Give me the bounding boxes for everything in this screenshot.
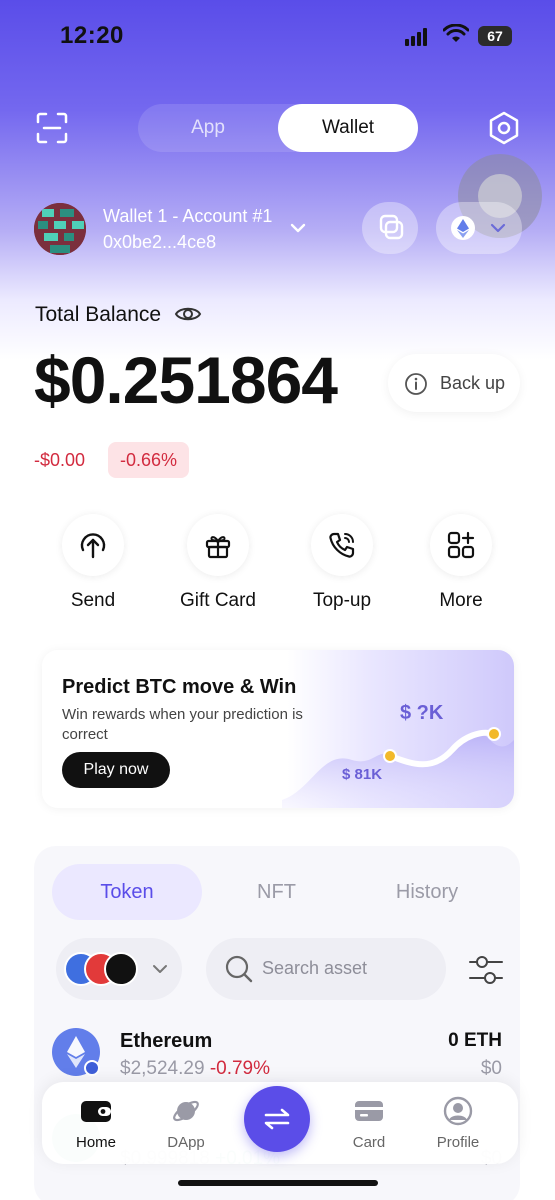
ethereum-icon [52, 1028, 100, 1076]
send-icon [80, 533, 106, 559]
promo-title: Predict BTC move & Win [62, 676, 297, 698]
search-placeholder: Search asset [262, 958, 368, 978]
tab-token[interactable]: Token [52, 864, 202, 920]
card-icon [355, 1101, 383, 1121]
chain-logo-icon [104, 952, 138, 986]
cellular-signal-icon [405, 28, 429, 46]
scan-icon[interactable] [36, 112, 68, 144]
promo-target-price: $ ?K [400, 702, 444, 724]
network-selector[interactable] [436, 202, 522, 254]
play-now-button[interactable]: Play now [62, 752, 170, 788]
nav-home[interactable]: Home [56, 1094, 136, 1151]
token-price: $2,524.29 -0.79% [120, 1058, 270, 1080]
search-icon [225, 955, 253, 983]
tab-app[interactable]: App [138, 104, 278, 152]
filter-sliders-icon[interactable] [468, 952, 504, 988]
token-balance: 0 ETH [448, 1030, 502, 1051]
promo-current-price: $ 81K [342, 766, 383, 783]
gift-card-label: Gift Card [179, 590, 257, 611]
gift-icon [205, 536, 231, 559]
total-balance-label: Total Balance [35, 303, 162, 326]
gift-card-action[interactable]: Gift Card [163, 514, 273, 612]
status-time: 12:20 [60, 22, 124, 49]
token-value: $0 [480, 1058, 502, 1079]
search-asset-input[interactable]: Search asset [206, 938, 446, 1000]
nav-dapp-label: DApp [167, 1134, 205, 1151]
planet-icon [173, 1100, 199, 1122]
wallet-icon [81, 1101, 111, 1122]
nav-dapp[interactable]: DApp [146, 1094, 226, 1151]
chevron-down-icon[interactable] [290, 222, 306, 234]
nav-home-label: Home [75, 1134, 116, 1151]
grid-plus-icon [447, 531, 475, 559]
nav-profile[interactable]: Profile [418, 1094, 498, 1151]
swap-icon [264, 1108, 290, 1130]
backup-button[interactable]: Back up [388, 354, 520, 412]
top-up-action[interactable]: Top-up [287, 514, 397, 612]
copy-icon [379, 214, 404, 240]
battery-indicator: 67 [478, 26, 512, 46]
bottom-nav: Home DApp Card Profile [42, 1082, 518, 1164]
tab-history[interactable]: History [352, 864, 502, 920]
token-row[interactable]: Ethereum $2,524.29 -0.79% 0 ETH $0 [52, 1022, 502, 1086]
swap-button[interactable] [244, 1086, 310, 1152]
nav-profile-label: Profile [436, 1134, 480, 1151]
tab-nft[interactable]: NFT [204, 864, 349, 920]
wallet-screen: 12:20 67 App Wallet Wallet 1 - Account #… [0, 0, 555, 1200]
profile-icon [443, 1096, 473, 1126]
phone-icon [329, 532, 355, 558]
token-name: Ethereum [120, 1030, 213, 1052]
token-price-change: -0.79% [209, 1058, 271, 1079]
balance-change-percent: -0.66% [108, 442, 190, 478]
balance-change-amount: -$0.00 [34, 450, 86, 470]
promo-subtitle: Win rewards when your prediction is corr… [62, 706, 303, 743]
chain-filter-dropdown[interactable] [56, 938, 182, 1000]
send-label: Send [70, 590, 116, 611]
home-indicator [178, 1180, 378, 1186]
more-action[interactable]: More [406, 514, 516, 612]
copy-address-button[interactable] [362, 202, 418, 254]
backup-label: Back up [440, 373, 506, 393]
chevron-down-icon [153, 965, 167, 973]
nav-card-label: Card [352, 1134, 386, 1151]
wifi-icon [443, 24, 469, 42]
account-address[interactable]: 0x0be2...4ce8 [103, 232, 216, 253]
token-price-value: $2,524.29 [120, 1058, 205, 1079]
more-label: More [439, 590, 483, 611]
promo-banner[interactable]: Predict BTC move & Win Win rewards when … [42, 650, 514, 808]
top-up-label: Top-up [312, 590, 372, 611]
eye-icon[interactable] [174, 302, 202, 326]
status-bar: 12:20 67 [0, 0, 555, 72]
tab-wallet[interactable]: Wallet [278, 104, 418, 152]
mode-switch: App Wallet [138, 104, 418, 152]
info-icon [405, 373, 427, 395]
total-balance-amount: $0.251864 [34, 343, 338, 417]
settings-hex-icon[interactable] [486, 110, 522, 146]
send-action[interactable]: Send [38, 514, 148, 612]
account-name[interactable]: Wallet 1 - Account #1 [103, 206, 272, 227]
ethereum-icon [451, 216, 506, 240]
avatar[interactable] [34, 203, 86, 255]
nav-card[interactable]: Card [329, 1094, 409, 1151]
